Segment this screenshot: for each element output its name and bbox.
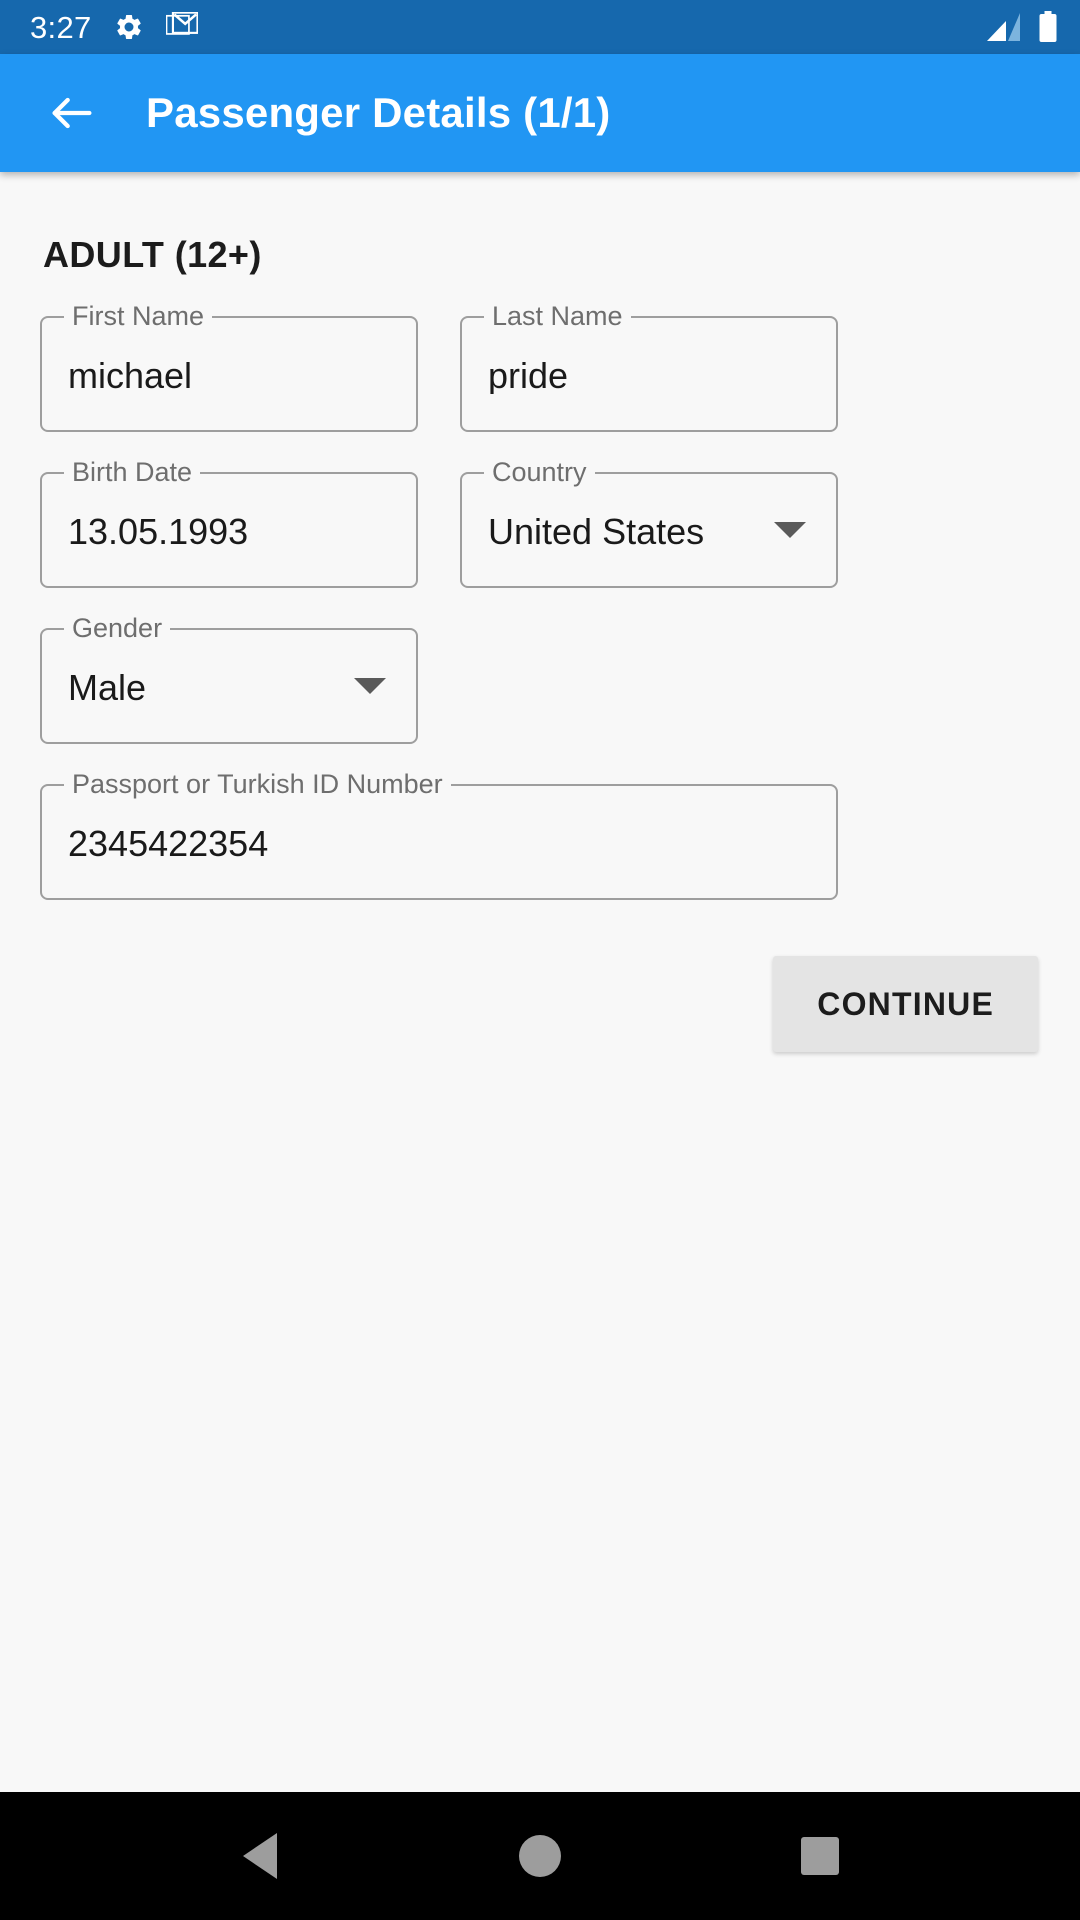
back-triangle-icon — [243, 1833, 277, 1879]
gender-value: Male — [68, 670, 147, 706]
last-name-value: pride — [488, 358, 569, 394]
nav-back-button[interactable] — [205, 1801, 315, 1911]
back-button[interactable] — [44, 85, 100, 141]
passport-value: 2345422354 — [68, 826, 269, 862]
country-label: Country — [484, 459, 595, 486]
app-screen: 3:27 Passenger Details (1/1) ADULT (12+)… — [0, 0, 1080, 1920]
passport-label: Passport or Turkish ID Number — [64, 771, 451, 798]
passport-field[interactable]: Passport or Turkish ID Number 2345422354 — [40, 771, 838, 900]
app-bar: Passenger Details (1/1) — [0, 54, 1080, 172]
country-field[interactable]: Country United States — [460, 459, 838, 588]
last-name-label: Last Name — [484, 303, 631, 330]
form-content: ADULT (12+) First Name michael Last Name… — [0, 172, 1080, 1792]
form-row-passport: Passport or Turkish ID Number 2345422354 — [40, 771, 1040, 900]
first-name-label: First Name — [64, 303, 213, 330]
country-value: United States — [488, 514, 705, 550]
section-title-adult: ADULT (12+) — [43, 234, 262, 275]
page-title: Passenger Details (1/1) — [146, 89, 611, 136]
continue-button-row: CONTINUE — [40, 956, 1040, 1052]
field-container-passport: Passport or Turkish ID Number 2345422354 — [40, 771, 838, 900]
form-row-gender: Gender Male — [40, 615, 1040, 744]
form-row-birth-country: Birth Date 13.05.1993 Country United Sta… — [40, 459, 1040, 588]
status-bar-left: 3:27 — [30, 12, 198, 43]
gear-icon — [114, 12, 144, 42]
last-name-field[interactable]: Last Name pride — [460, 303, 838, 432]
signal-icon — [986, 12, 1022, 42]
first-name-value: michael — [68, 358, 193, 394]
back-arrow-icon — [46, 87, 98, 139]
nav-home-button[interactable] — [485, 1801, 595, 1911]
field-container-gender: Gender Male — [40, 615, 418, 744]
android-navigation-bar — [0, 1792, 1080, 1920]
birth-date-label: Birth Date — [64, 459, 201, 486]
home-circle-icon — [519, 1835, 561, 1877]
birth-date-value: 13.05.1993 — [68, 514, 249, 550]
field-container-country: Country United States — [460, 459, 838, 588]
field-container-birth-date: Birth Date 13.05.1993 — [40, 459, 418, 588]
recents-square-icon — [801, 1837, 839, 1875]
gender-label: Gender — [64, 615, 171, 642]
field-container-last-name: Last Name pride — [460, 303, 838, 432]
chevron-down-icon[interactable] — [774, 522, 806, 538]
continue-button[interactable]: CONTINUE — [773, 956, 1038, 1052]
nav-recents-button[interactable] — [765, 1801, 875, 1911]
form-row-names: First Name michael Last Name pride — [40, 303, 1040, 432]
status-clock: 3:27 — [30, 9, 92, 45]
first-name-field[interactable]: First Name michael — [40, 303, 418, 432]
gender-field[interactable]: Gender Male — [40, 615, 418, 744]
status-bar-right — [986, 11, 1058, 43]
status-bar: 3:27 — [0, 0, 1080, 54]
field-container-first-name: First Name michael — [40, 303, 418, 432]
battery-icon — [1038, 11, 1058, 43]
chevron-down-icon[interactable] — [354, 678, 386, 694]
birth-date-field[interactable]: Birth Date 13.05.1993 — [40, 459, 418, 588]
gmail-icon — [165, 12, 198, 42]
